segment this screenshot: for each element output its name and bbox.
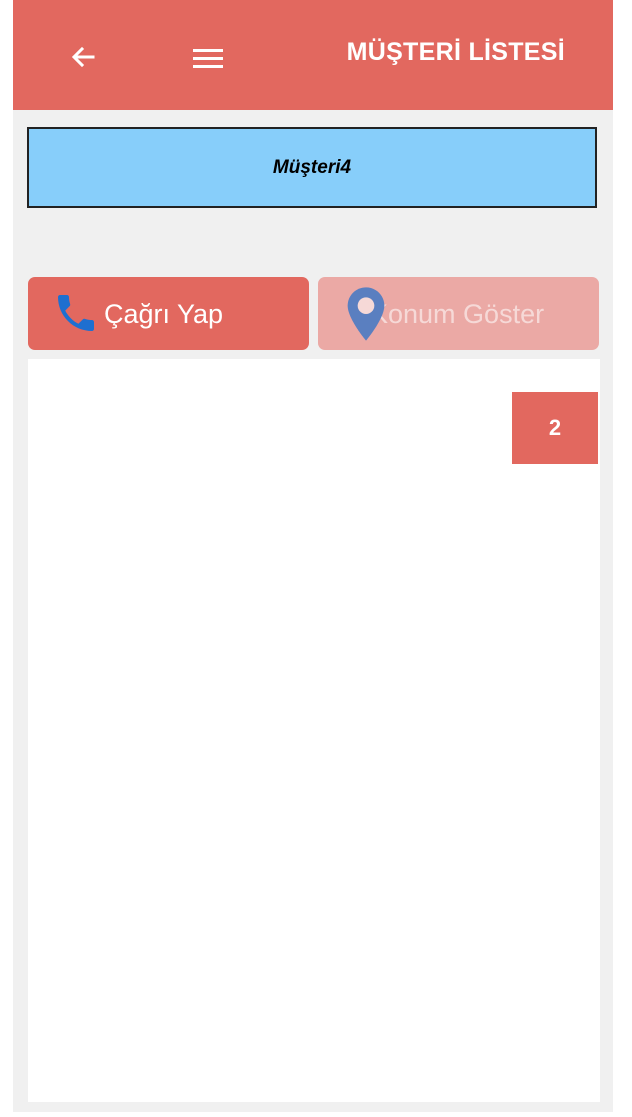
content-area: 2 (28, 359, 600, 1102)
hamburger-menu-icon (193, 49, 223, 68)
back-button[interactable] (66, 40, 100, 74)
customer-name-box[interactable]: Müşteri4 (27, 127, 597, 208)
customer-name: Müşteri4 (272, 156, 352, 178)
app-bar: MÜŞTERİ LİSTESİ (13, 0, 613, 110)
show-location-label: Konum Göster (370, 299, 545, 329)
call-button[interactable]: Çağrı Yap (28, 277, 309, 350)
show-location-button[interactable]: Konum Göster (318, 277, 599, 350)
call-button-label: Çağrı Yap (104, 299, 224, 329)
count-badge[interactable]: 2 (512, 392, 598, 464)
arrow-left-icon (71, 46, 95, 68)
menu-button[interactable] (191, 42, 225, 74)
phone-icon (58, 295, 94, 331)
page-title: MÜŞTERİ LİSTESİ (346, 38, 565, 66)
map-pin-icon (347, 287, 385, 341)
app-screen: MÜŞTERİ LİSTESİ Müşteri4 Çağrı Yap Konum… (13, 0, 613, 1112)
